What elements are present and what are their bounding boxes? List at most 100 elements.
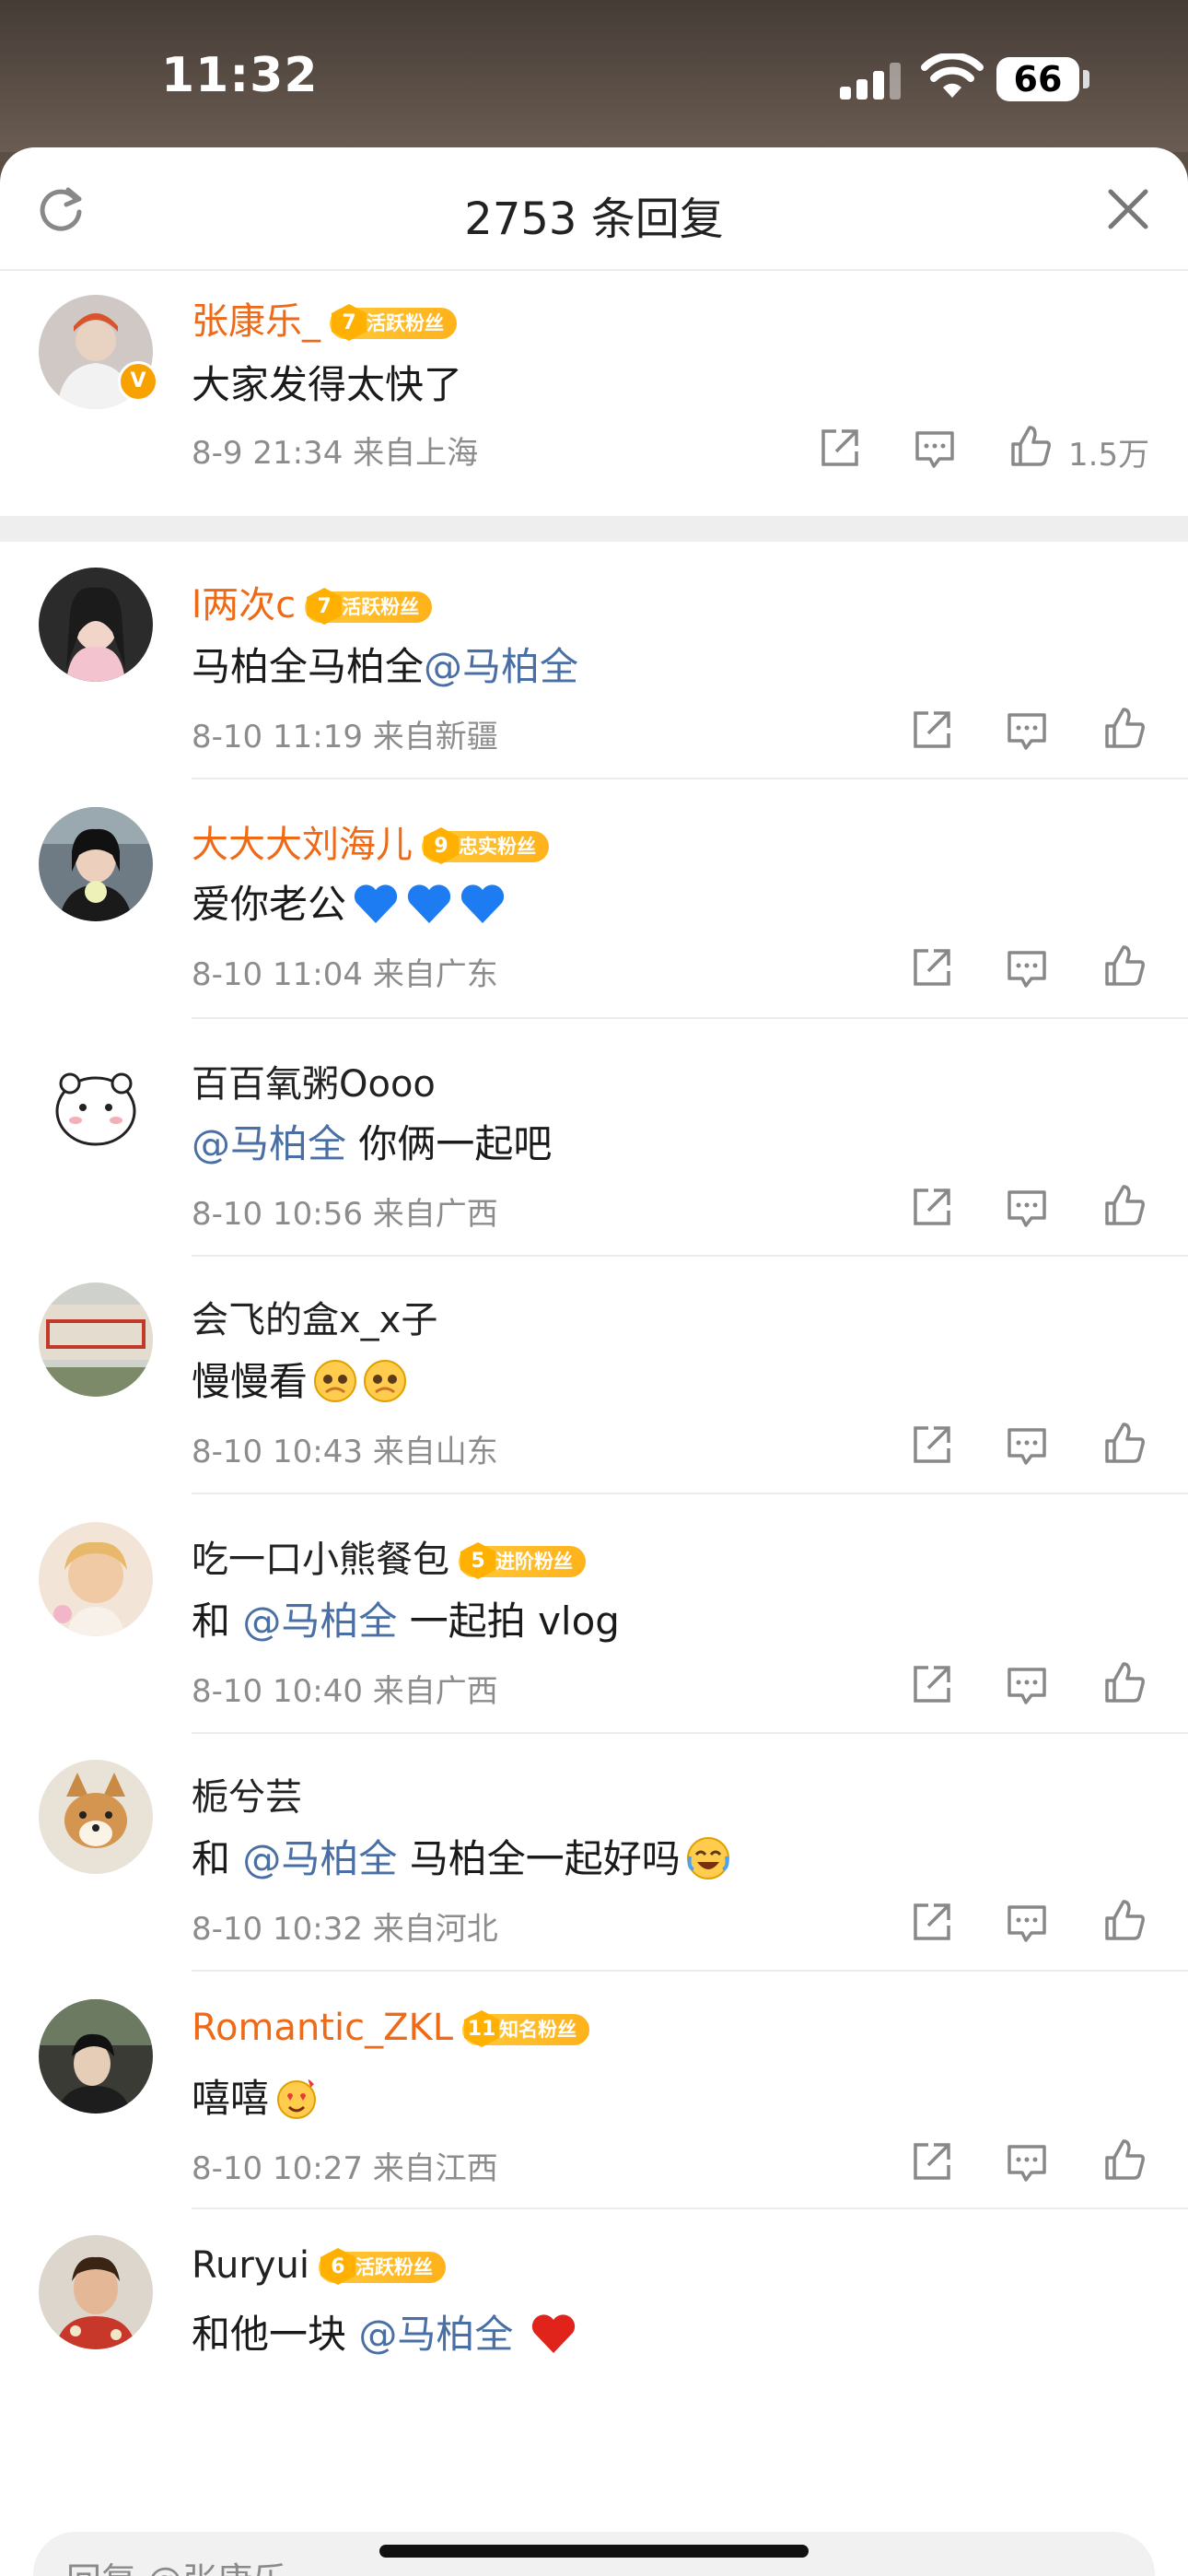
row-divider [192, 1255, 1188, 1257]
fan-level-number: 11 [464, 2010, 500, 2047]
fan-badge-label: 知名粉丝 [499, 2019, 577, 2041]
comment-username[interactable]: 百百氧粥Oooo [192, 1054, 436, 1107]
close-icon[interactable] [1103, 184, 1153, 234]
fan-level-badge: 11 知名粉丝 [462, 2010, 590, 2047]
share-icon[interactable] [908, 708, 954, 754]
comment-icon[interactable] [1004, 1662, 1050, 1708]
row-divider [192, 1017, 1188, 1019]
comment-username[interactable]: 大大大刘海儿 9 忠实粉丝 [192, 814, 549, 868]
status-time: 11:32 [161, 48, 319, 103]
comment-text-part: 和 [192, 1836, 243, 1881]
comment-text-part: 你俩一起吧 [346, 1121, 553, 1166]
comment-meta: 8-10 10:43 来自山东 [192, 1434, 498, 1470]
red-heart-icon [532, 2313, 576, 2353]
fan-badge-label: 忠实粉丝 [459, 836, 536, 858]
comment-username[interactable]: 栀兮芸 [192, 1767, 302, 1821]
crying-laughing-emoji-icon [686, 1836, 729, 1879]
comment-icon[interactable] [1004, 2139, 1050, 2185]
like-icon[interactable] [1101, 2137, 1147, 2184]
avatar[interactable] [39, 2235, 153, 2349]
like-icon[interactable] [1101, 706, 1147, 752]
comment-text: 嘻嘻 [192, 2067, 319, 2124]
like-icon[interactable] [1101, 1660, 1147, 1706]
username-text: Ruryui [192, 2244, 309, 2287]
comment-icon[interactable] [912, 426, 958, 472]
comment-icon[interactable] [1004, 1185, 1050, 1231]
comment-meta: 8-10 10:40 来自广西 [192, 1673, 498, 1710]
replies-sheet: 2753 条回复 V 张康乐_ 7 活跃粉丝 大家发得太快了 8-9 21:34 来… [0, 147, 1188, 2576]
share-icon[interactable] [908, 945, 954, 991]
comment-meta: 8-10 10:56 来自广西 [192, 1196, 498, 1233]
comment-meta: 8-10 10:27 来自江西 [192, 2150, 498, 2187]
mention-link[interactable]: @马柏全 [358, 2312, 513, 2357]
sheet-header: 2753 条回复 [0, 147, 1188, 271]
like-icon[interactable] [1101, 1421, 1147, 1467]
home-indicator [379, 2545, 809, 2558]
share-icon[interactable] [908, 1185, 954, 1231]
row-divider [192, 1732, 1188, 1734]
fan-level-badge: 6 活跃粉丝 [318, 2248, 446, 2285]
share-icon[interactable] [908, 1423, 954, 1469]
like-icon[interactable] [1007, 424, 1054, 470]
comment-username[interactable]: Romantic_ZKL 11 知名粉丝 [192, 2007, 590, 2049]
root-comment: V 张康乐_ 7 活跃粉丝 大家发得太快了 8-9 21:34 来自上海 1.5万 [0, 269, 1188, 516]
like-icon[interactable] [1101, 1898, 1147, 1944]
fan-level-number: 6 [320, 2248, 355, 2285]
mention-link[interactable]: @马柏全 [424, 644, 578, 689]
comment-username[interactable]: 会飞的盒x_x子 [192, 1290, 437, 1343]
like-icon[interactable] [1101, 1183, 1147, 1229]
comment-username[interactable]: 张康乐_ 7 活跃粉丝 [192, 291, 457, 345]
fan-level-number: 9 [424, 827, 459, 864]
pleading-face-emoji-icon [314, 1359, 357, 1402]
avatar[interactable] [39, 1522, 153, 1636]
share-icon[interactable] [908, 1662, 954, 1708]
comment-text-part: 爱你老公 [192, 882, 347, 927]
avatar[interactable] [39, 568, 153, 682]
username-text: l两次c [192, 584, 297, 626]
mention-link[interactable]: @马柏全 [242, 1598, 397, 1644]
fan-badge-label: 活跃粉丝 [342, 596, 420, 618]
comment-username[interactable]: 吃一口小熊餐包 5 进阶粉丝 [192, 1529, 586, 1583]
avatar[interactable] [39, 1047, 153, 1161]
share-icon[interactable] [816, 426, 862, 472]
username-text: 张康乐_ [192, 300, 320, 343]
fan-badge-label: 进阶粉丝 [495, 1551, 573, 1573]
avatar[interactable] [39, 1760, 153, 1874]
comment-text-part: 马柏全马柏全 [192, 644, 425, 689]
mention-link[interactable]: @马柏全 [242, 1836, 397, 1881]
comment-icon[interactable] [1004, 1423, 1050, 1469]
share-icon[interactable] [908, 1900, 954, 1946]
mention-link[interactable]: @马柏全 [192, 1121, 346, 1166]
battery-tip [1083, 70, 1089, 88]
comment-text: 和 @马柏全 马柏全一起好吗 [192, 1828, 730, 1884]
comment-text: 和他一块 @马柏全 [192, 2303, 577, 2359]
username-text: 百百氧粥Oooo [192, 1063, 436, 1106]
fan-level-badge: 9 忠实粉丝 [422, 827, 549, 864]
username-text: 栀兮芸 [192, 1776, 302, 1819]
comment-meta: 8-10 11:04 来自广东 [192, 956, 498, 993]
comment-text-part: 和他一块 [192, 2312, 359, 2357]
comment-username[interactable]: l两次c 7 活跃粉丝 [192, 575, 433, 628]
avatar[interactable] [39, 1282, 153, 1397]
fan-level-number: 5 [460, 1542, 495, 1579]
comment-icon[interactable] [1004, 708, 1050, 754]
comment-meta: 8-9 21:34 来自上海 [192, 435, 479, 472]
like-icon[interactable] [1101, 943, 1147, 989]
comment-username[interactable]: Ruryui 6 活跃粉丝 [192, 2244, 446, 2287]
fan-badge-label: 活跃粉丝 [355, 2256, 433, 2278]
comment-meta: 8-10 11:19 来自新疆 [192, 719, 498, 755]
comment-text-part: 慢慢看 [192, 1359, 309, 1404]
comment-text-part: 嘻嘻 [192, 2076, 270, 2121]
heart-eyes-emoji-icon [277, 2078, 317, 2119]
comment-icon[interactable] [1004, 1900, 1050, 1946]
comment-text-part: 一起拍 vlog [397, 1598, 620, 1644]
comment-icon[interactable] [1004, 945, 1050, 991]
fan-level-number: 7 [332, 304, 367, 341]
comment-text: 马柏全马柏全@马柏全 [192, 636, 578, 692]
section-separator [0, 516, 1188, 542]
blue-heart-icon [407, 884, 451, 923]
comment-text: 大家发得太快了 [192, 362, 463, 407]
avatar[interactable] [39, 807, 153, 921]
avatar[interactable] [39, 1999, 153, 2113]
share-icon[interactable] [908, 2139, 954, 2185]
